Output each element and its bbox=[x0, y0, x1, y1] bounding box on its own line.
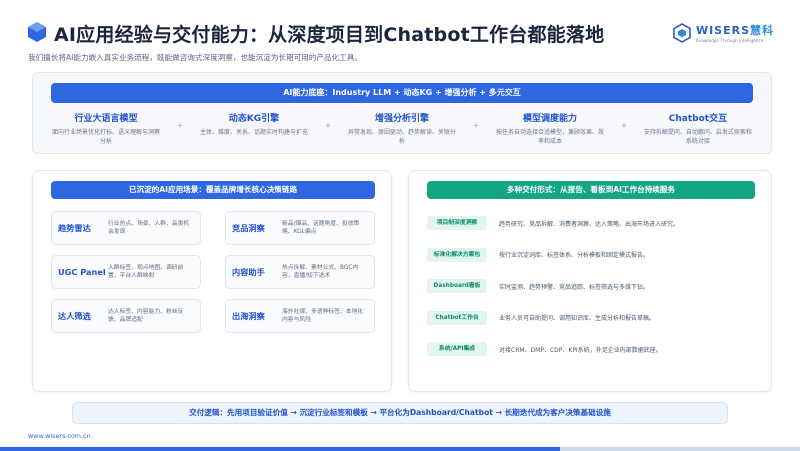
plus-separator: + bbox=[324, 121, 332, 130]
delivery-desc: 按行业沉淀词库、标签体系、分析模板和固定模式报告。 bbox=[499, 252, 650, 259]
capability-item: 动态KG引擎 主体、维度、关系、话题实时构建与扩充 bbox=[199, 111, 309, 137]
delivery-row: 系统/API集成 对接CRM、DMP、CDP、KPI系统，补足企业内部数据底座。 bbox=[427, 337, 755, 361]
delivery-panel: 多种交付形式：从报告、看板到AI工作台持续服务 项目制深度洞察 趋势研究、竞品拆… bbox=[408, 170, 772, 392]
capability-banner: AI能力底座：Industry LLM + 动态KG + 增强分析 + 多元交互 bbox=[51, 83, 753, 103]
scenario-desc: 热点拆解、素材公式、BGC内容，直播/短下选术 bbox=[282, 265, 359, 279]
delivery-desc: 对接CRM、DMP、CDP、KPI系统，补足企业内部数据底座。 bbox=[499, 346, 662, 354]
capability-item: 增强分析引擎 异常发现、原因驱动、趋势解读、关联分析 bbox=[347, 111, 457, 146]
delivery-tag: 标准化解决方案包 bbox=[427, 247, 487, 262]
scenario-card-ugc-panel: UGC Panel 人群标签、观点地图、调研前置，平台人群映射 bbox=[51, 255, 201, 289]
footer-stripe bbox=[0, 447, 560, 451]
brand-tagline: Knowledge Through Intelligence bbox=[695, 38, 764, 43]
scenario-desc: 海外社媒、多语种标签、本地化内容与风险 bbox=[282, 309, 364, 323]
scenario-name: 竞品洞察 bbox=[232, 223, 265, 233]
footer-url: www.wisers.com.cn bbox=[28, 432, 91, 440]
capability-name: 动态KG引擎 bbox=[228, 114, 280, 124]
delivery-row: 项目制深度洞察 趋势研究、竞品拆解、消费者洞察、达人策略、出海市场进入研究。 bbox=[427, 211, 755, 235]
plus-separator: + bbox=[620, 121, 628, 130]
capability-desc: 面向行业场景优化打标、语义理解与洞察分析 bbox=[51, 129, 160, 145]
capability-item: Chatbot交互 支持拆解提问、自动跟问、启发式探索和系统对接 bbox=[643, 111, 753, 146]
page-title: AI应用经验与交付能力：从深度项目到Chatbot工作台都能落地 bbox=[54, 24, 605, 46]
logo-hexagon-icon bbox=[28, 22, 46, 42]
capability-panel: AI能力底座：Industry LLM + 动态KG + 增强分析 + 多元交互… bbox=[32, 72, 772, 154]
scenario-heading: 已沉淀的AI应用场景：覆盖品牌增长核心决策链路 bbox=[51, 181, 375, 199]
scenario-panel: 已沉淀的AI应用场景：覆盖品牌增长核心决策链路 趋势雷达 行业热点、场景、人群、… bbox=[32, 170, 392, 392]
delivery-desc: 业务人员可自助提问、调用知识库、生成分析和报告草稿。 bbox=[499, 315, 656, 322]
scenario-name: 达人筛选 bbox=[58, 311, 91, 321]
delivery-desc: 趋势研究、竞品拆解、消费者洞察、达人策略、出海市场进入研究。 bbox=[499, 220, 680, 228]
scenario-card-kol-screening: 达人筛选 达人标签、内容能力、粉丝反馈、品牌适配 bbox=[51, 299, 201, 333]
delivery-tag: 项目制深度洞察 bbox=[427, 216, 487, 230]
brand-hexagon-icon bbox=[673, 22, 691, 43]
capability-name: 模型调度能力 bbox=[522, 114, 577, 124]
scenario-name: 出海洞察 bbox=[232, 311, 265, 321]
capability-name: 行业大语言模型 bbox=[74, 114, 138, 124]
delivery-list: 项目制深度洞察 趋势研究、竞品拆解、消费者洞察、达人策略、出海市场进入研究。 标… bbox=[427, 211, 755, 369]
page-subtitle: 我们擅长将AI能力嵌入真实业务流程，既能做咨询式深度洞察，也能沉淀为长期可用的产… bbox=[28, 53, 362, 62]
capability-desc: 按任务自动选择合适模型，兼顾效果、效率和成本 bbox=[495, 129, 604, 145]
delivery-logic-bar: 交付逻辑：先用项目验证价值 → 沉淀行业标签和模板 → 平台化为Dashboar… bbox=[72, 402, 728, 424]
capability-desc: 异常发现、原因驱动、趋势解读、关联分析 bbox=[347, 129, 456, 145]
capability-name: 增强分析引擎 bbox=[374, 114, 429, 124]
scenario-desc: 新品/爆品、话题角度、投放策略、KOL偏点 bbox=[282, 221, 360, 235]
delivery-heading: 多种交付形式：从报告、看板到AI工作台持续服务 bbox=[427, 181, 755, 199]
delivery-tag: Chatbot工作台 bbox=[427, 310, 487, 325]
brand-name: WISERS慧科 bbox=[695, 24, 774, 37]
capability-item: 模型调度能力 按任务自动选择合适模型，兼顾效果、效率和成本 bbox=[495, 111, 605, 146]
plus-separator: + bbox=[472, 121, 480, 130]
plus-separator: + bbox=[176, 121, 184, 130]
scenario-name: 内容助手 bbox=[232, 267, 265, 277]
scenario-card-content-assistant: 内容助手 热点拆解、素材公式、BGC内容，直播/短下选术 bbox=[225, 255, 375, 289]
capability-item: 行业大语言模型 面向行业场景优化打标、语义理解与洞察分析 bbox=[51, 111, 161, 146]
scenario-card-competitor: 竞品洞察 新品/爆品、话题角度、投放策略、KOL偏点 bbox=[225, 211, 375, 245]
scenario-desc: 行业热点、场景、人群、品类机会发现 bbox=[108, 221, 190, 235]
scenario-desc: 达人标签、内容能力、粉丝反馈、品牌适配 bbox=[108, 309, 184, 323]
scenario-desc: 人群标签、观点地图、调研前置，平台人群映射 bbox=[108, 265, 184, 279]
delivery-tag: Dashboard看板 bbox=[427, 279, 487, 293]
capability-list: 行业大语言模型 面向行业场景优化打标、语义理解与洞察分析 + 动态KG引擎 主体… bbox=[51, 111, 753, 151]
scenario-name: 趋势雷达 bbox=[58, 223, 91, 233]
footer-stripe bbox=[560, 447, 800, 451]
delivery-desc: 实时监测、趋势预警、竞品追踪、标签筛选与多维下钻。 bbox=[499, 283, 650, 291]
capability-desc: 支持拆解提问、自动跟问、启发式探索和系统对接 bbox=[643, 129, 752, 145]
delivery-tag: 系统/API集成 bbox=[427, 342, 487, 356]
capability-desc: 主体、维度、关系、话题实时构建与扩充 bbox=[199, 129, 308, 136]
brand-logo: WISERS慧科 Knowledge Through Intelligence bbox=[673, 22, 774, 43]
capability-name: Chatbot交互 bbox=[668, 114, 728, 124]
scenario-grid: 趋势雷达 行业热点、场景、人群、品类机会发现 竞品洞察 新品/爆品、话题角度、投… bbox=[51, 211, 375, 333]
scenario-name: UGC Panel bbox=[58, 267, 106, 277]
delivery-row: 标准化解决方案包 按行业沉淀词库、标签体系、分析模板和固定模式报告。 bbox=[427, 243, 755, 267]
scenario-card-trend-radar: 趋势雷达 行业热点、场景、人群、品类机会发现 bbox=[51, 211, 201, 245]
scenario-card-overseas: 出海洞察 海外社媒、多语种标签、本地化内容与风险 bbox=[225, 299, 375, 333]
delivery-row: Dashboard看板 实时监测、趋势预警、竞品追踪、标签筛选与多维下钻。 bbox=[427, 274, 755, 298]
delivery-row: Chatbot工作台 业务人员可自助提问、调用知识库、生成分析和报告草稿。 bbox=[427, 306, 755, 330]
